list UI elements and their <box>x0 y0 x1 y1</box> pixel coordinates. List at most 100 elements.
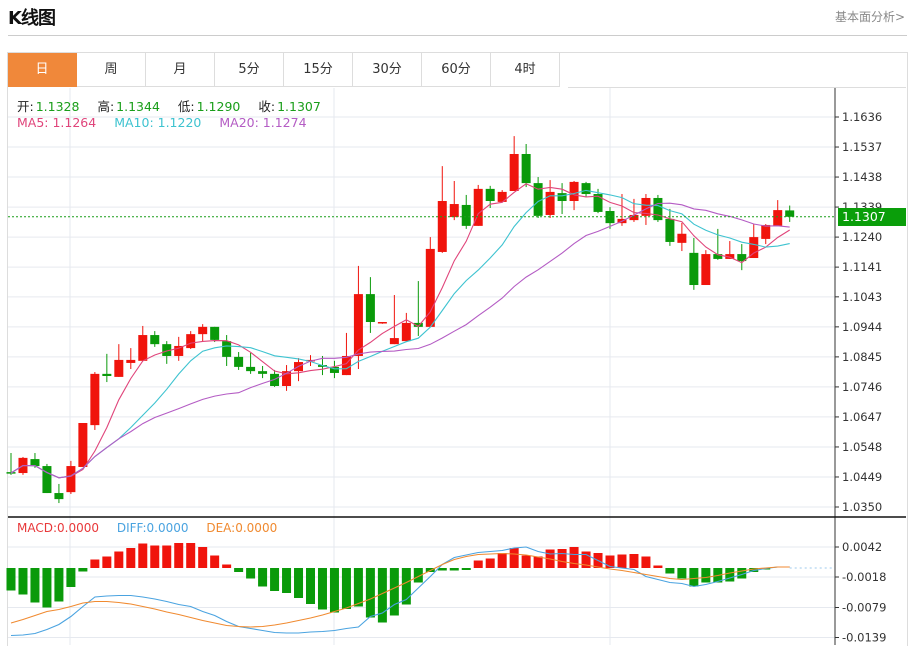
macd-bar <box>533 556 543 568</box>
candle-body <box>66 466 76 493</box>
macd-bar <box>689 568 699 587</box>
macd-bar <box>557 549 567 568</box>
macd-bar <box>222 564 232 568</box>
macd-bar <box>174 543 184 568</box>
macd-bar <box>341 568 351 609</box>
macd-bar <box>114 551 124 568</box>
macd-bar <box>234 568 244 572</box>
macd-bar <box>162 545 172 568</box>
macd-bar <box>701 568 711 583</box>
macd-bar <box>461 568 471 570</box>
macd-bar <box>353 568 363 607</box>
candle-body <box>341 355 351 376</box>
high-label: 高: <box>97 99 115 114</box>
macd-bar <box>389 568 399 616</box>
macd-value: MACD:0.0000 <box>17 521 100 535</box>
candle-body <box>138 335 148 361</box>
candle-body <box>437 201 447 252</box>
y-tick-label: 1.0449 <box>842 470 882 484</box>
last-price-label: 1.1307 <box>838 208 906 226</box>
open-label: 开: <box>17 99 34 114</box>
candle-body <box>90 373 100 426</box>
macd-bar <box>653 565 663 568</box>
y-tick-label: 1.0845 <box>842 350 882 364</box>
candle-body <box>126 359 136 363</box>
macd-bar <box>18 568 28 595</box>
macd-bar <box>102 556 112 568</box>
macd-bar <box>449 568 459 571</box>
macd-bar <box>42 568 52 608</box>
candle-body <box>174 345 184 356</box>
macd-bar <box>294 568 304 598</box>
macd-bar <box>270 568 280 591</box>
candle-body <box>150 335 160 345</box>
y-tick-label: 1.0944 <box>842 320 882 334</box>
close-value: 1.1307 <box>277 99 321 114</box>
candle-body <box>449 204 459 218</box>
y-tick-label: 1.0746 <box>842 380 882 394</box>
y-tick-label: 1.1636 <box>842 110 882 124</box>
y-tick-label: 1.0647 <box>842 410 882 424</box>
candle-body <box>54 493 64 500</box>
candle-body <box>701 254 711 286</box>
macd-bar <box>150 545 160 568</box>
candle-body <box>210 326 220 340</box>
macd-bar <box>365 568 375 618</box>
macd-bar <box>6 568 16 591</box>
macd-bar <box>641 556 651 568</box>
ma10-value: MA10: 1.1220 <box>114 115 202 130</box>
candle-body <box>389 338 399 345</box>
macd-bar <box>329 568 339 613</box>
macd-bar <box>569 547 579 568</box>
macd-bar <box>198 547 208 568</box>
candle-body <box>761 224 771 239</box>
ma20-line <box>10 202 790 479</box>
candle-body <box>677 233 687 243</box>
candle-body <box>665 218 675 242</box>
macd-bar <box>473 560 483 568</box>
macd-bar <box>54 568 64 602</box>
macd-bar <box>138 543 148 568</box>
macd-bar <box>258 568 268 587</box>
dea-value: DEA:0.0000 <box>206 521 278 535</box>
macd-bar <box>629 554 639 568</box>
candle-body <box>78 422 88 467</box>
ma-readout: MA5: 1.1264 MA10: 1.1220 MA20: 1.1274 <box>17 115 309 130</box>
y-tick-label: 1.0548 <box>842 440 882 454</box>
ma5-value: MA5: 1.1264 <box>17 115 97 130</box>
candle-body <box>581 183 591 195</box>
y-tick-label: 1.1141 <box>842 260 882 274</box>
candle-body <box>353 294 363 356</box>
candle-body <box>461 204 471 226</box>
candle-body <box>114 359 124 377</box>
y-tick-label: 1.1043 <box>842 290 882 304</box>
high-value: 1.1344 <box>116 99 160 114</box>
macd-bar <box>66 568 76 587</box>
macd-bar <box>617 554 627 568</box>
macd-bar <box>521 555 531 568</box>
macd-y-tick-label: 0.0042 <box>842 540 882 554</box>
macd-bar <box>246 568 256 579</box>
candle-body <box>689 252 699 286</box>
candle-body <box>485 188 495 202</box>
candle-body <box>246 366 256 372</box>
macd-bar <box>30 568 40 603</box>
macd-bar <box>665 568 675 574</box>
y-tick-label: 1.1240 <box>842 230 882 244</box>
low-value: 1.1290 <box>196 99 241 114</box>
macd-panel <box>6 543 835 637</box>
open-value: 1.1328 <box>35 99 80 114</box>
low-label: 低: <box>177 99 195 114</box>
y-tick-label: 1.1537 <box>842 140 882 154</box>
macd-bar <box>509 548 519 568</box>
candle-body <box>234 356 244 367</box>
candle-body <box>569 181 579 202</box>
macd-bar <box>126 548 136 568</box>
candle-body <box>377 322 387 324</box>
candle-body <box>222 341 232 357</box>
macd-bar <box>497 553 507 568</box>
candle-body <box>521 153 531 184</box>
macd-bar <box>186 543 196 568</box>
candle-body <box>773 210 783 226</box>
macd-y-tick-label: -0.0079 <box>842 601 886 615</box>
